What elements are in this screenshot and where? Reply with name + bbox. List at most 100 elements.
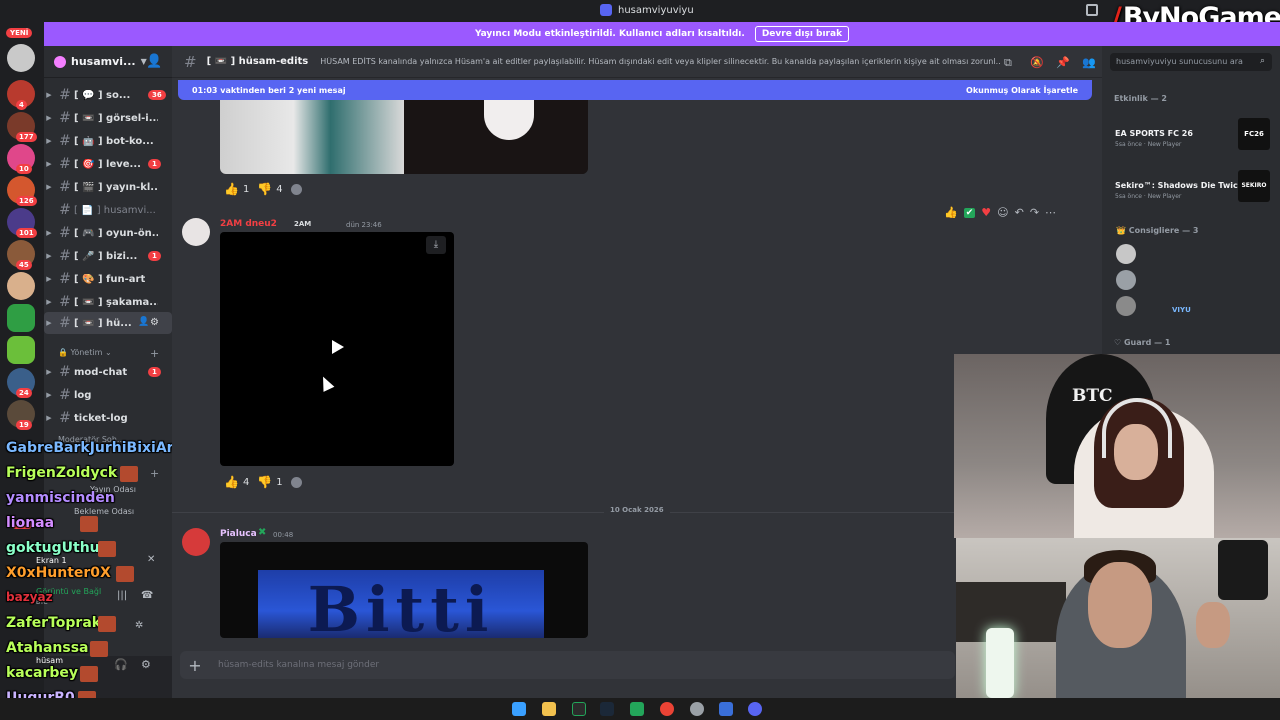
terminal-icon[interactable] [572,702,586,716]
message-image[interactable]: Bitti [220,542,588,638]
member-list-icon[interactable]: 👥 [1082,56,1096,69]
member-add-icon[interactable]: 👤 [138,317,149,327]
channel-item[interactable]: ▶ #[ 🎮 ] oyun-ön... [44,222,172,244]
channel-item[interactable]: ▶ #[ 💬 ] so... 36 [44,84,172,106]
app-icon[interactable] [719,702,733,716]
avatar[interactable] [182,218,210,246]
add-channel-icon[interactable]: + [150,467,159,480]
channel-item[interactable]: ▶ #[ 🎬 ] yayın-kl... [44,176,172,198]
reaction-thumbs-down[interactable]: 👎 1 [257,475,282,489]
channel-topic[interactable]: HÜSAM EDİTS kanalında yalnızca Hüsam'a a… [320,57,1000,66]
collapse-arrow-icon: ▶ [46,91,52,99]
message-author[interactable]: 2AM dneu2 [220,219,277,229]
reply-icon[interactable]: ↶ [1015,206,1024,219]
channel-item[interactable]: ▶ # log [44,384,172,406]
message-author[interactable]: Pialuca [220,529,257,539]
reaction-thumbs-up[interactable]: 👍 4 [224,475,249,489]
event-card[interactable]: Sekiro™: Shadows Die Twice 5sa önce · Ne… [1110,168,1276,210]
gear-icon[interactable]: ⚙ [141,658,151,671]
disconnect-icon[interactable]: ☎ [141,590,153,601]
settings-icon[interactable] [690,702,704,716]
discord-icon[interactable] [748,702,762,716]
category-admin[interactable]: 🔒 Yönetim ⌄ + [58,347,159,360]
unread-count: 101 [16,228,37,238]
channel-item[interactable]: ▶ #[ 🤖 ] bot-ko... [44,130,172,152]
disable-streamer-mode-button[interactable]: Devre dışı bırak [754,26,850,42]
app-icon[interactable] [630,702,644,716]
mark-as-read-button[interactable]: Okunmuş Olarak İşaretle [966,86,1078,95]
unread-count: 4 [16,100,27,110]
event-thumbnail: SEKIRO [1238,170,1270,202]
channel-item[interactable]: ▶ #[ 📼 ] şakama... [44,291,172,313]
download-icon[interactable]: ⤓ [426,236,446,254]
search-input[interactable]: husamviyuviyu sunucusunu ara ⌕ [1110,53,1272,71]
channel-label: [ 📼 ] görsel-i... [74,112,158,124]
collapse-arrow-icon: ▶ [46,114,52,122]
channel-item[interactable]: ▶ # mod-chat 1 [44,361,172,383]
server-icon[interactable] [7,44,35,72]
gear-icon[interactable]: ⚙ [150,317,159,328]
threads-icon[interactable]: ⧉ [1004,56,1012,70]
server-icon[interactable] [7,272,35,300]
window-title-text: husamviyuviyu [618,4,694,16]
pin-icon[interactable]: 📌 [1056,56,1070,69]
add-reaction-icon[interactable] [290,183,302,195]
add-reaction-icon[interactable]: ☺ [997,206,1008,219]
channel-item[interactable]: ▶ #[ 🎯 ] leve... 1 [44,153,172,175]
collapse-arrow-icon: ▶ [46,183,52,191]
emote-icon [90,641,108,657]
message-image[interactable] [220,100,588,174]
server-icon[interactable] [7,336,35,364]
channel-item[interactable]: ▶ # ticket-log [44,407,172,429]
check-icon[interactable]: ✔ [963,207,976,218]
thumbs-up-icon: 👍 [224,182,239,196]
headset-icon[interactable]: 🎧 [114,658,128,671]
new-messages-bar[interactable]: 01:03 vaktinden beri 2 yeni mesaj Okunmu… [178,80,1092,100]
inbox-icon[interactable] [1086,4,1098,16]
member-avatar[interactable] [1116,244,1136,264]
channel-item-active[interactable]: ▶ #[ 📼 ] hü... 👤 ⚙ [44,312,172,334]
server-icon[interactable] [7,304,35,332]
message-composer[interactable]: + hüsam-edits kanalına mesaj gönder [180,651,955,679]
stream-chat-name: ZaferToprak [6,615,102,631]
windows-start-icon[interactable] [512,702,526,716]
reaction-thumbs-up[interactable]: 👍 1 [224,182,249,196]
add-attachment-icon[interactable]: + [180,656,210,675]
video-attachment[interactable]: ⤓ [220,232,454,466]
chrome-icon[interactable] [660,702,674,716]
event-card[interactable]: EA SPORTS FC 26 5sa önce · New Player FC… [1110,116,1276,158]
channel-item[interactable]: ▶ #[ 🎤 ] bizi... 1 [44,245,172,267]
member-avatar[interactable] [1116,270,1136,290]
play-icon[interactable] [332,340,344,354]
more-icon[interactable]: ⋯ [1045,206,1056,219]
reaction-thumbs-down[interactable]: 👎 4 [257,182,282,196]
voice-channel-label[interactable]: Bekleme Odası [74,507,134,516]
add-reaction-icon[interactable] [290,476,302,488]
channel-item[interactable]: ▶ #[ 📼 ] görsel-i... [44,107,172,129]
title-bar: husamviyuviyu [0,0,1280,22]
channel-item[interactable]: #[ 📄 ] husamvi... [44,199,172,221]
steam-icon[interactable] [600,702,614,716]
channel-item[interactable]: ▶ #[ 🎨 ] fun-art [44,268,172,290]
hash-icon: # [59,110,71,126]
hash-icon: # [59,271,71,287]
thumbs-up-icon[interactable]: 👍 [944,206,958,219]
forward-icon[interactable]: ↷ [1030,206,1039,219]
search-icon: ⌕ [1260,56,1266,66]
channel-label: ticket-log [74,412,128,424]
avatar[interactable] [182,528,210,556]
close-icon[interactable]: ✕ [147,554,155,565]
image-face [484,100,534,140]
add-channel-icon[interactable]: + [150,347,159,360]
reaction-count: 4 [242,476,250,488]
channel-title: [ 📼 ] hüsam-edits [206,56,309,67]
file-explorer-icon[interactable] [542,702,556,716]
heart-icon[interactable]: ♥ [981,206,991,219]
server-avatar [54,55,66,68]
member-avatar[interactable] [1116,296,1136,316]
event-subtitle: 5sa önce · New Player [1115,193,1182,200]
notification-bell-icon[interactable]: 🔕 [1030,56,1044,69]
activity-icon[interactable]: ✲ [135,620,143,631]
server-header[interactable]: husamvi... ▼ 👤 [44,46,172,78]
invite-icon[interactable]: 👤 [146,54,162,69]
